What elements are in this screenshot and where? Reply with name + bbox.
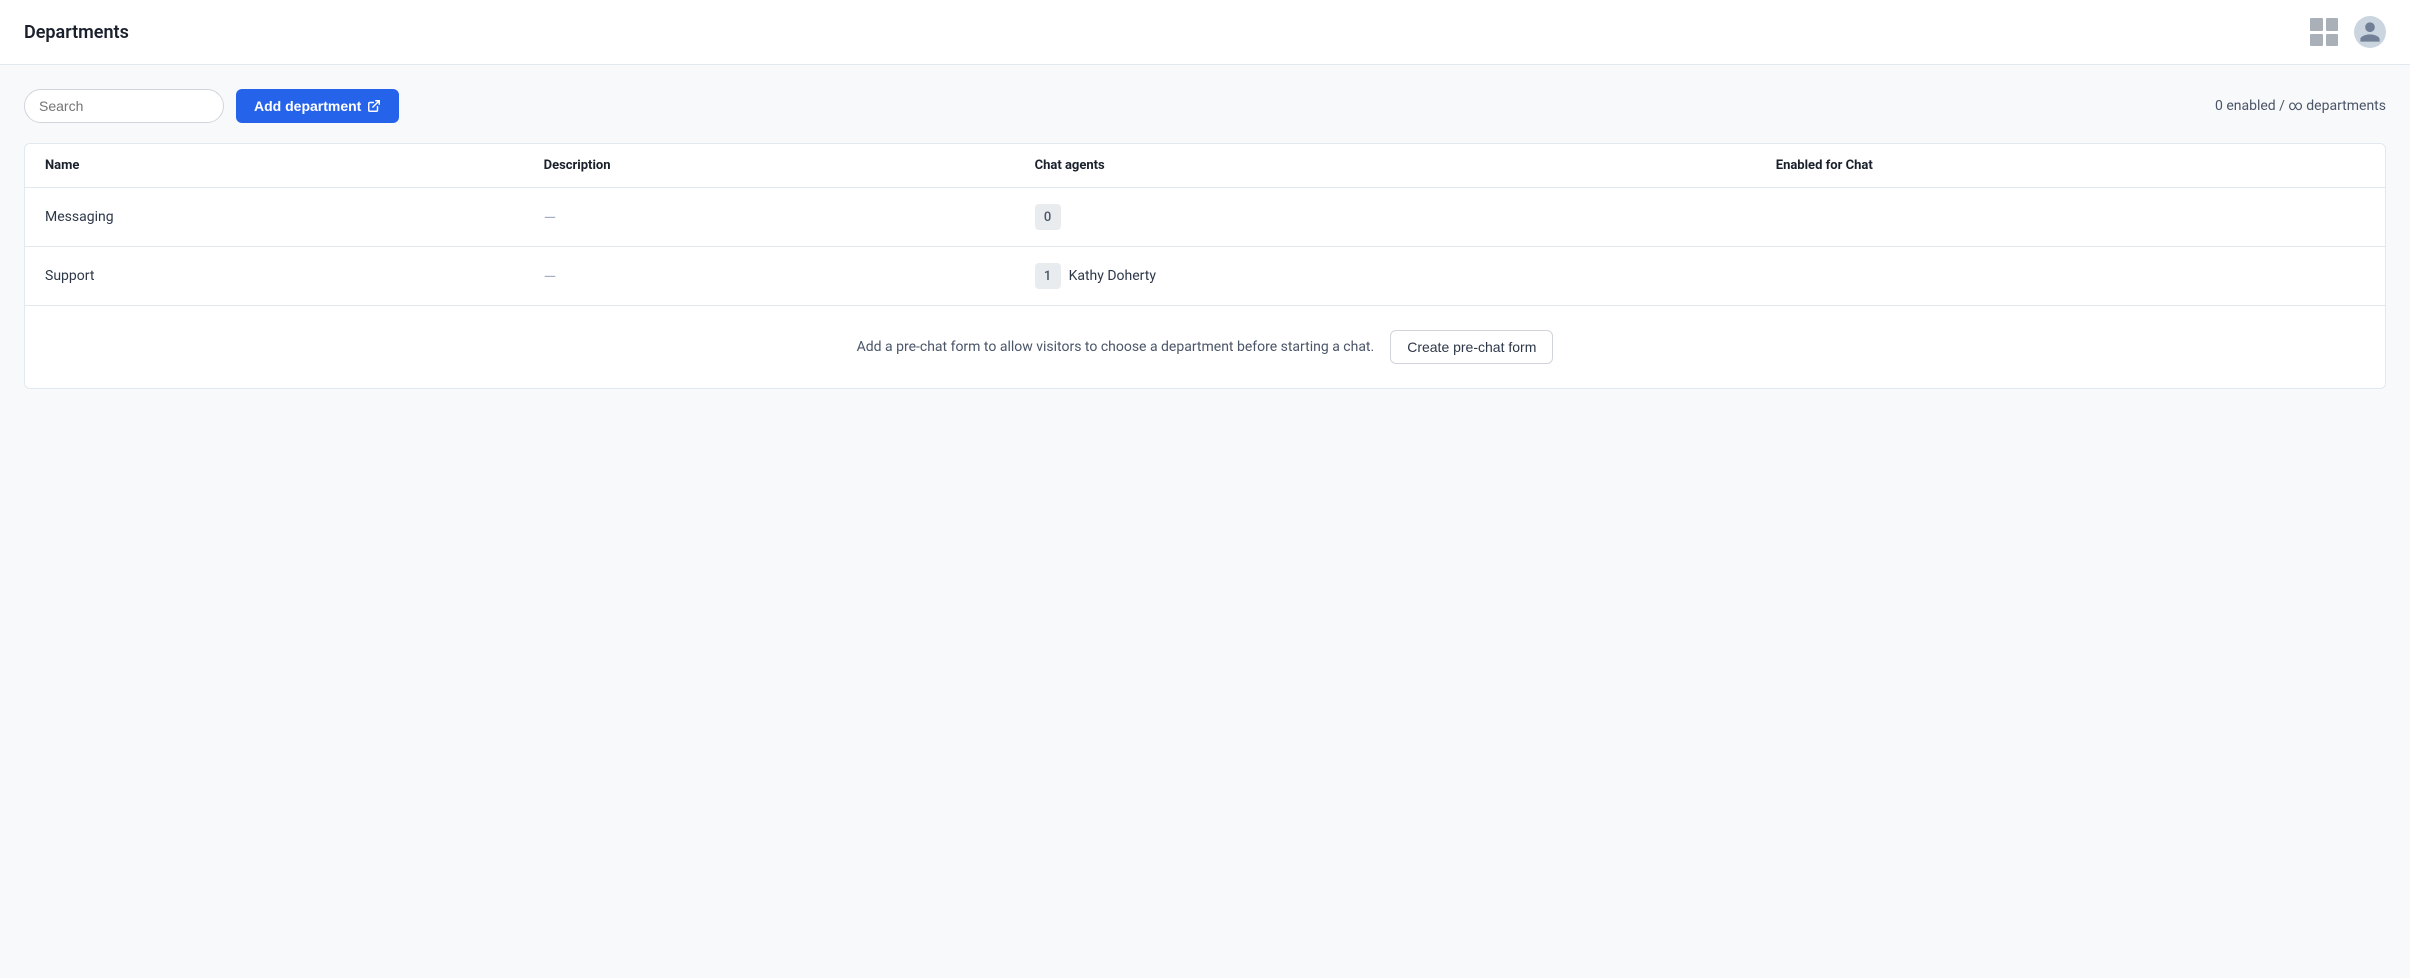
page-title: Departments [24,22,129,43]
departments-table: Name Description Chat agents Enabled for… [25,144,2385,305]
agent-count-badge: 0 [1035,204,1061,230]
pre-chat-text: Add a pre-chat form to allow visitors to… [857,339,1375,355]
col-description: Description [524,144,1015,188]
user-avatar[interactable] [2354,16,2386,48]
add-department-button[interactable]: Add department [236,89,399,123]
create-pre-chat-form-button[interactable]: Create pre-chat form [1390,330,1553,364]
row-enabled-for-chat [1756,188,2385,247]
department-stats: 0 enabled / ∞ departments [2215,98,2386,114]
row-description: — [524,188,1015,247]
departments-table-container: Name Description Chat agents Enabled for… [24,143,2386,389]
agent-cell: 0 [1035,204,1736,230]
row-description: — [524,247,1015,306]
table-row: Support — 1 Kathy Doherty [25,247,2385,306]
grid-icon[interactable] [2310,18,2338,46]
toolbar: Add department 0 enabled / ∞ departments [24,89,2386,123]
row-chat-agents: 0 [1015,188,1756,247]
table-body: Messaging — 0 Support [25,188,2385,306]
table-row: Messaging — 0 [25,188,2385,247]
col-name: Name [25,144,524,188]
search-input[interactable] [24,89,224,123]
agent-cell: 1 Kathy Doherty [1035,263,1736,289]
col-chat-agents: Chat agents [1015,144,1756,188]
page-wrapper: Departments Add department [0,0,2410,978]
row-name: Messaging [25,188,524,247]
col-enabled-for-chat: Enabled for Chat [1756,144,2385,188]
toolbar-left: Add department [24,89,399,123]
external-link-icon [367,99,381,113]
table-header-row: Name Description Chat agents Enabled for… [25,144,2385,188]
row-name: Support [25,247,524,306]
row-enabled-for-chat [1756,247,2385,306]
main-content: Add department 0 enabled / ∞ departments [0,65,2410,413]
header-actions [2310,16,2386,48]
table-header: Name Description Chat agents Enabled for… [25,144,2385,188]
row-chat-agents: 1 Kathy Doherty [1015,247,1756,306]
agent-names: Kathy Doherty [1069,268,1156,284]
pre-chat-banner: Add a pre-chat form to allow visitors to… [25,305,2385,388]
header: Departments [0,0,2410,65]
agent-count-badge: 1 [1035,263,1061,289]
